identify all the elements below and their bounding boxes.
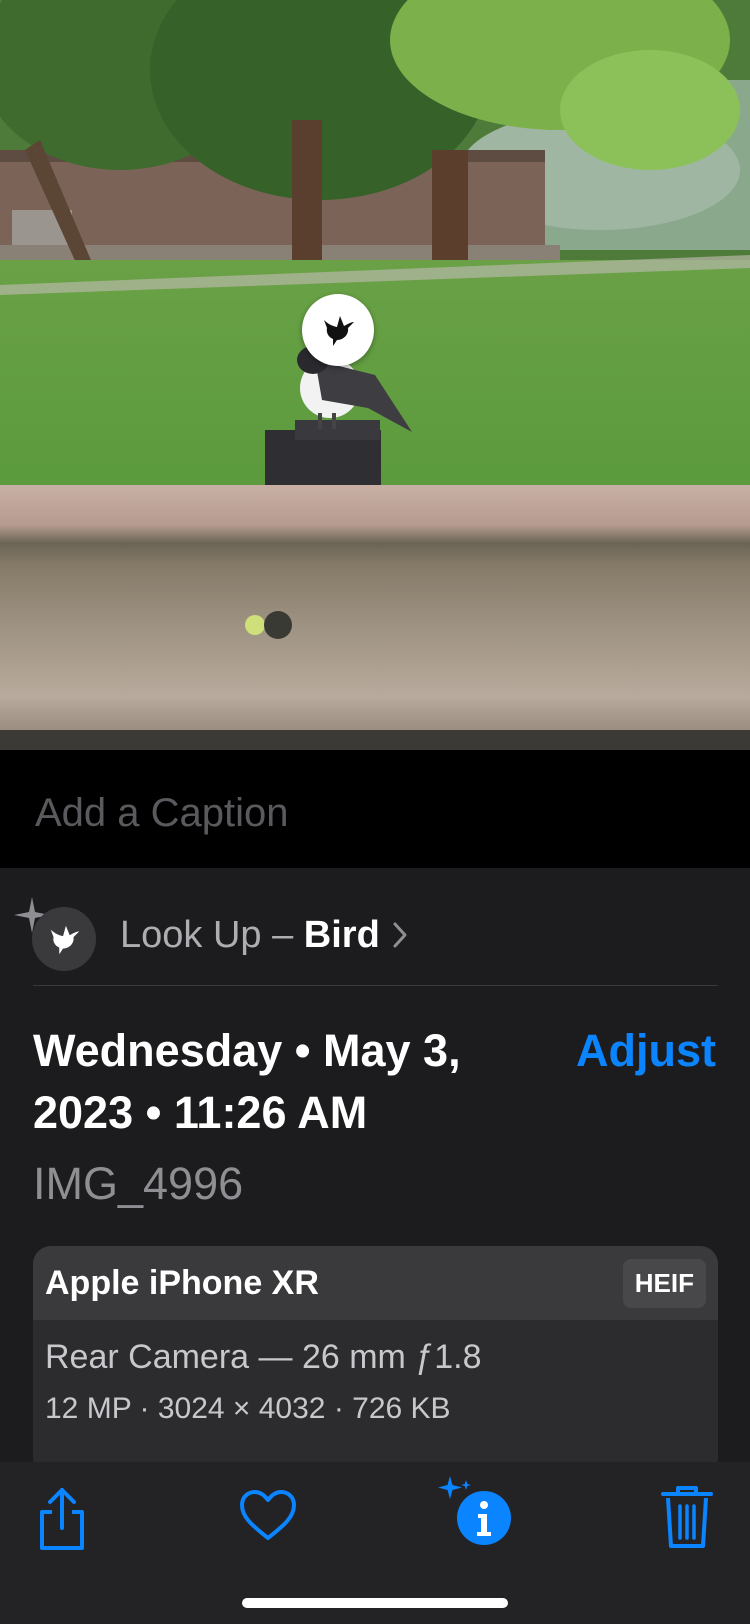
photo-filename: IMG_4996 (33, 1158, 244, 1209)
look-up-icon-group (12, 895, 108, 975)
chevron-right-icon (393, 922, 407, 948)
device-name: Apple iPhone XR (45, 1263, 319, 1302)
image-specs: 12 MP · 3024 × 4032 · 726 KB (45, 1392, 451, 1425)
look-up-subject: Bird (303, 913, 380, 956)
camera-info-header: Apple iPhone XR HEIF (33, 1246, 718, 1320)
lens-info: Rear Camera — 26 mm ƒ1.8 (45, 1338, 482, 1376)
caption-area (0, 750, 750, 868)
look-up-row[interactable]: Look Up – Bird (12, 888, 712, 982)
look-up-label: Look Up – Bird (120, 914, 380, 957)
adjust-button[interactable]: Adjust (576, 1020, 716, 1082)
bird-icon (324, 316, 354, 346)
heart-icon (240, 1490, 296, 1540)
divider (33, 985, 718, 986)
bird-icon (50, 925, 80, 955)
look-up-bird-circle (32, 907, 96, 971)
favorite-button[interactable] (238, 1488, 298, 1549)
info-button[interactable] (436, 1474, 516, 1555)
photo-viewer[interactable] (0, 0, 750, 750)
home-indicator[interactable] (242, 1598, 508, 1608)
visual-lookup-badge[interactable] (302, 294, 374, 366)
look-up-prefix: Look Up – (120, 913, 304, 956)
camera-info-card: Apple iPhone XR HEIF Rear Camera — 26 mm… (33, 1246, 718, 1476)
info-panel: Look Up – Bird Wednesday • May 3, 2023 •… (0, 868, 750, 1476)
share-button[interactable] (34, 1484, 90, 1559)
delete-button[interactable] (660, 1484, 714, 1555)
trash-icon (661, 1486, 713, 1548)
bird-photo (0, 0, 750, 750)
format-badge: HEIF (622, 1258, 706, 1308)
share-icon (40, 1488, 84, 1550)
photo-datetime: Wednesday • May 3, 2023 • 11:26 AM (33, 1025, 461, 1138)
info-sparkle-icon (438, 1476, 511, 1545)
caption-input[interactable] (33, 784, 717, 842)
